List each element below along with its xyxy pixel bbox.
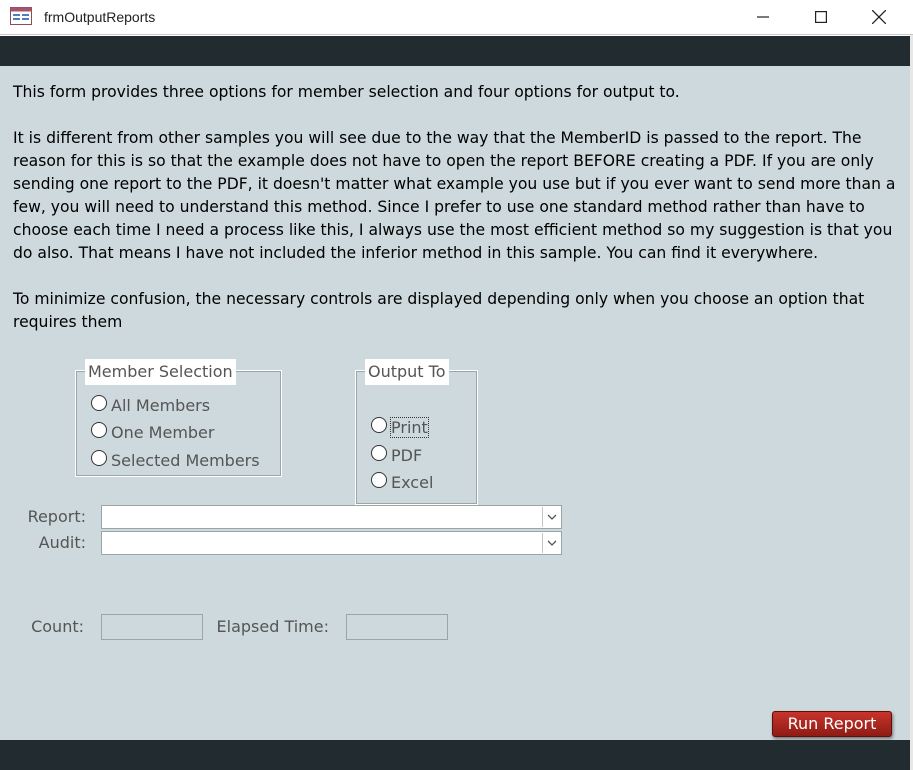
member-selection-label: Member Selection (85, 359, 236, 385)
radio-label: Selected Members (111, 450, 260, 470)
radio-button[interactable] (371, 472, 387, 488)
count-field[interactable] (101, 614, 203, 640)
report-dropdown-button[interactable] (542, 507, 560, 527)
close-button[interactable] (856, 0, 902, 34)
form-footer-band (0, 740, 910, 770)
form-body: This form provides three options for mem… (0, 66, 910, 740)
radio-label: All Members (111, 395, 211, 415)
radio-all-members[interactable]: All Members (91, 394, 210, 416)
chevron-down-icon (547, 540, 556, 546)
chevron-down-icon (547, 514, 556, 520)
count-label: Count: (31, 617, 84, 636)
run-report-button[interactable]: Run Report (772, 711, 892, 737)
audit-combo[interactable] (101, 531, 562, 555)
intro-paragraph-1: This form provides three options for mem… (13, 83, 680, 101)
intro-paragraph-2: It is different from other samples you w… (13, 129, 896, 262)
radio-button[interactable] (91, 450, 107, 466)
radio-button[interactable] (91, 422, 107, 438)
radio-excel[interactable]: Excel (371, 471, 433, 493)
form-icon (10, 7, 32, 25)
radio-button[interactable] (371, 417, 387, 433)
report-label: Report: (27, 507, 86, 526)
title-bar: frmOutputReports (0, 0, 913, 35)
minimize-button[interactable] (740, 0, 786, 34)
form-header-band (0, 36, 910, 66)
elapsed-time-label: Elapsed Time: (216, 617, 329, 636)
maximize-button[interactable] (798, 0, 844, 34)
audit-label: Audit: (38, 533, 86, 552)
radio-label: PDF (391, 445, 423, 465)
audit-dropdown-button[interactable] (542, 533, 560, 553)
intro-text: This form provides three options for mem… (13, 81, 898, 334)
radio-label: One Member (111, 422, 215, 442)
radio-label: Print (390, 416, 429, 438)
radio-one-member[interactable]: One Member (91, 421, 214, 443)
radio-selected-members[interactable]: Selected Members (91, 449, 260, 471)
radio-print[interactable]: Print (371, 416, 429, 438)
intro-paragraph-3: To minimize confusion, the necessary con… (13, 290, 865, 331)
radio-button[interactable] (91, 395, 107, 411)
close-icon (872, 10, 886, 24)
minimize-icon (757, 16, 769, 18)
window-title: frmOutputReports (44, 9, 156, 25)
maximize-icon (815, 11, 827, 23)
radio-label: Excel (391, 472, 434, 492)
report-combo[interactable] (101, 505, 562, 529)
radio-pdf[interactable]: PDF (371, 444, 422, 466)
radio-button[interactable] (371, 445, 387, 461)
output-to-label: Output To (365, 359, 449, 385)
elapsed-time-field[interactable] (346, 614, 448, 640)
